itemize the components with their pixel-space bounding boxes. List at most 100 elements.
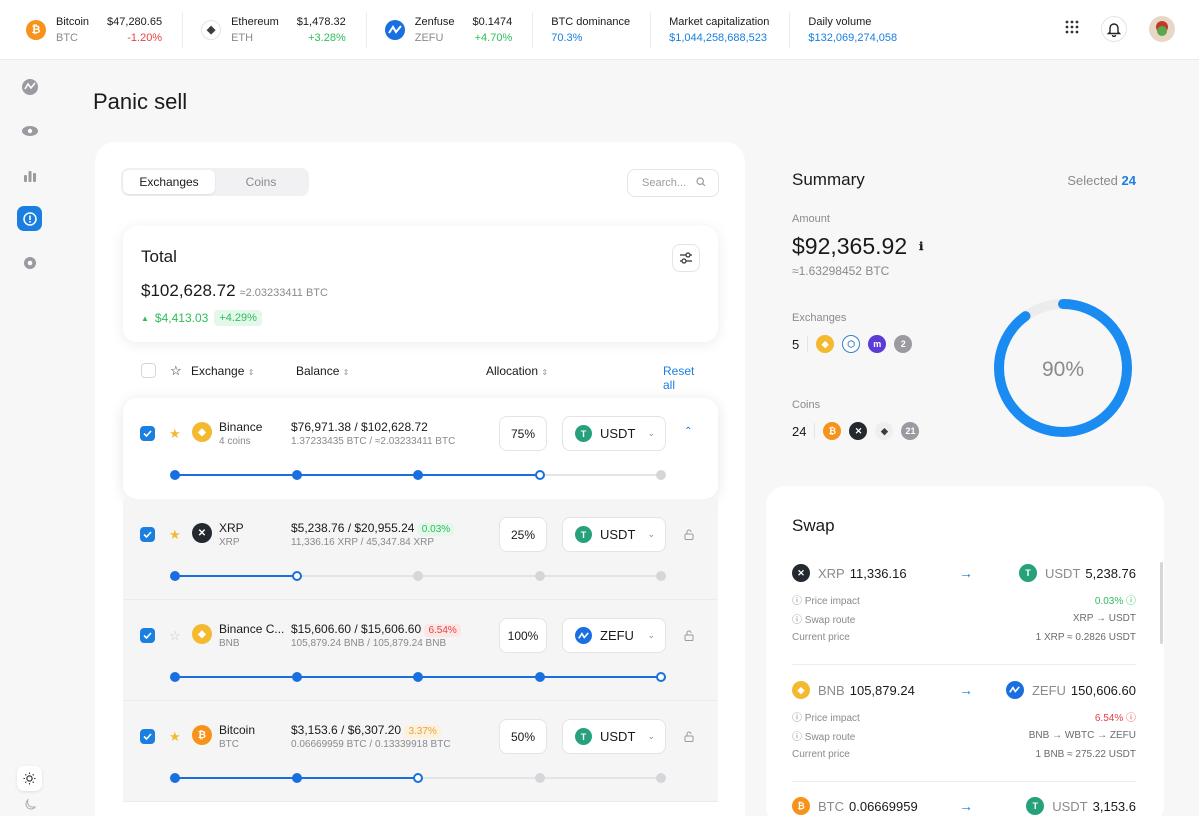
allocation-input[interactable]: 100% [499, 618, 547, 653]
slider-step-dot[interactable] [534, 672, 545, 682]
light-mode-icon[interactable] [17, 766, 42, 791]
search-input[interactable]: Search... [627, 169, 719, 197]
swap-scrollbar[interactable] [1160, 562, 1163, 644]
slider-step-dot[interactable] [170, 571, 180, 581]
table-row[interactable]: ★ ₿ Bitcoin BTC $3,153.6 / $6,307.20 3.3… [123, 701, 718, 802]
ticker-zenfuse[interactable]: Zenfuse ZEFU $0.1474 +4.70% [384, 11, 534, 48]
bell-icon[interactable] [1101, 16, 1127, 42]
coin-select[interactable]: ZEFU ⌄ [562, 618, 666, 653]
price-impact-text: Price impact [804, 713, 860, 724]
coin-select[interactable]: T USDT ⌄ [562, 416, 666, 451]
ticker-bitcoin[interactable]: ₿ Bitcoin BTC $47,280.65 -1.20% [26, 11, 184, 48]
slider-step-dot[interactable] [413, 571, 423, 581]
allocation-slider[interactable] [170, 773, 666, 783]
col-balance[interactable]: Balance ⇕ [296, 364, 349, 378]
row-checkbox[interactable] [140, 628, 155, 643]
summary-title: Summary [792, 170, 865, 189]
star-outline-icon[interactable]: ☆ [169, 628, 181, 644]
slider-handle[interactable] [291, 571, 302, 581]
col-exchange[interactable]: Exchange ⇕ [191, 364, 254, 378]
row-balance-sub: 1.37233435 BTC / ≈2.03233411 BTC [291, 436, 456, 447]
allocation-slider[interactable] [170, 571, 666, 581]
row-checkbox[interactable] [140, 729, 155, 744]
slider-handle[interactable] [413, 773, 423, 783]
allocation-input[interactable]: 25% [499, 517, 547, 552]
sidebar-item-settings[interactable] [17, 250, 42, 275]
allocation-slider[interactable] [170, 672, 666, 682]
lock-icon[interactable] [684, 729, 694, 747]
swap-from-symbol: XRP [818, 565, 845, 581]
row-sub: BTC [219, 739, 239, 750]
slider-step-dot[interactable] [170, 672, 180, 682]
swap-route-text: Swap route [804, 615, 856, 626]
dark-mode-icon[interactable] [17, 792, 42, 816]
slider-step-dot[interactable] [170, 470, 180, 480]
allocation-slider[interactable] [170, 470, 666, 480]
arrow-right-icon: → [959, 682, 973, 698]
coin-select[interactable]: T USDT ⌄ [562, 719, 666, 754]
current-price-value: 1 BNB ≈ 275.22 USDT [1035, 749, 1136, 760]
filter-button[interactable] [672, 244, 700, 272]
slider-step-dot[interactable] [656, 773, 666, 783]
tab-exchanges[interactable]: Exchanges [123, 170, 215, 194]
chevron-up-icon[interactable]: ⌃ [684, 426, 692, 437]
coin-select[interactable]: T USDT ⌄ [562, 517, 666, 552]
lock-icon[interactable] [684, 628, 694, 646]
ticker-ethereum[interactable]: ◆ Ethereum ETH $1,478.32 +3.28% [201, 11, 367, 48]
swap-route-label: ⓘ Swap route [792, 615, 856, 626]
info-icon[interactable]: ℹ [919, 240, 923, 253]
table-row[interactable]: ★ ◆ Binance 4 coins $76,971.38 / $102,62… [123, 398, 718, 499]
row-balance: $76,971.38 / $102,628.72 [291, 420, 428, 434]
ticker-name: Ethereum [231, 15, 279, 28]
slider-step-dot[interactable] [170, 773, 180, 783]
price-impact-label: ⓘ Price impact [792, 596, 860, 607]
slider-step-dot[interactable] [413, 672, 423, 682]
select-all-checkbox[interactable] [141, 363, 156, 378]
star-filled-icon[interactable]: ★ [169, 729, 181, 745]
ticker-change: +4.70% [474, 31, 513, 44]
sidebar-item-analytics[interactable] [17, 162, 42, 187]
sidebar-item-panic-sell[interactable] [17, 206, 42, 231]
row-checkbox[interactable] [140, 426, 155, 441]
slider-step-dot[interactable] [291, 773, 302, 783]
xrp-icon: ✕ [849, 422, 868, 440]
slider-step-dot[interactable] [534, 773, 545, 783]
row-checkbox[interactable] [140, 527, 155, 542]
col-allocation[interactable]: Allocation ⇕ [486, 364, 548, 378]
chevron-down-icon: ⌄ [647, 428, 655, 438]
slider-fill [175, 575, 297, 577]
ticker-name: Bitcoin [56, 15, 90, 28]
xrp-icon: ✕ [192, 523, 212, 543]
reset-all-link[interactable]: Reset all [663, 364, 709, 392]
apps-grid-icon[interactable] [1065, 20, 1079, 39]
more-exchanges-badge[interactable]: 2 [894, 335, 913, 353]
row-name: XRP [219, 521, 244, 535]
sidebar-item-watchlist[interactable] [17, 118, 42, 143]
star-outline-icon[interactable]: ☆ [170, 363, 182, 379]
slider-step-dot[interactable] [656, 571, 666, 581]
sliders-icon [680, 252, 692, 264]
slider-handle[interactable] [534, 470, 545, 480]
bitcoin-icon: ₿ [192, 725, 212, 745]
more-coins-badge[interactable]: 21 [901, 422, 920, 440]
tab-coins[interactable]: Coins [215, 170, 307, 194]
allocation-input[interactable]: 50% [499, 719, 547, 754]
lock-icon[interactable] [684, 527, 694, 545]
table-row[interactable]: ★ ✕ XRP XRP $5,238.76 / $20,955.24 0.03%… [123, 499, 718, 600]
allocation-input[interactable]: 75% [499, 416, 547, 451]
sidebar-item-dashboard[interactable] [17, 74, 42, 99]
swap-route-label: ⓘ Swap route [792, 732, 856, 743]
price-impact-label: ⓘ Price impact [792, 713, 860, 724]
stat-value: $1,044,258,688,523 [669, 31, 767, 44]
slider-handle[interactable] [656, 672, 666, 682]
table-row[interactable]: ☆ ◆ Binance C... BNB $15,606.60 / $15,60… [123, 600, 718, 701]
slider-step-dot[interactable] [291, 470, 302, 480]
star-filled-icon[interactable]: ★ [169, 527, 181, 543]
avatar[interactable] [1149, 16, 1175, 42]
slider-step-dot[interactable] [656, 470, 666, 480]
star-filled-icon[interactable]: ★ [169, 426, 181, 442]
slider-step-dot[interactable] [291, 672, 302, 682]
slider-step-dot[interactable] [534, 571, 545, 581]
row-name: Binance C... [219, 622, 285, 636]
slider-step-dot[interactable] [413, 470, 423, 480]
